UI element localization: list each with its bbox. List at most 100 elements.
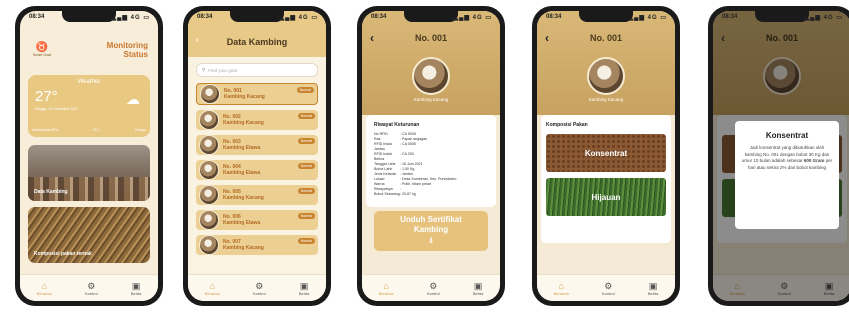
weather-stats: Kelembapan 85% 23 C Cahaya <box>32 128 146 132</box>
card-data-kambing[interactable]: Data Kambing <box>28 145 150 201</box>
feed-title: Komposisi Pakan <box>546 122 588 128</box>
goat-breed: Kambing Etawa <box>223 170 261 176</box>
nav-control[interactable]: ⚙ Kontrol <box>85 281 98 296</box>
news-icon: ▣ <box>299 280 309 291</box>
status-bar: 08:34 ▂▄▆ 4G ▭ <box>29 14 150 24</box>
nav-control[interactable]: ⚙ Kontrol <box>602 281 615 296</box>
search-input[interactable]: ⚲ Find your goat <box>196 63 318 77</box>
feed-card: Komposisi Pakan Konsentrat Hijauan <box>541 115 671 243</box>
nav-news[interactable]: ▣ Berita <box>648 281 658 296</box>
goat-detail-screen: 08:34 ▂▄▆ 4G ▭ ‹ No. 001 Kambing Kacang … <box>362 11 500 301</box>
goat-list-item[interactable]: No. 005 Kambing Kacang Normal <box>196 185 318 205</box>
signal-icon: ▂▄▆ 4G ▭ <box>279 15 318 21</box>
back-button[interactable]: ‹ <box>370 31 374 45</box>
home-icon: ⌂ <box>558 280 564 291</box>
goat-list-item[interactable]: No. 006 Kambing Etawa Normal <box>196 210 318 230</box>
feed-konsentrat-button[interactable]: Konsentrat <box>546 134 666 172</box>
back-button[interactable]: ‹ <box>721 31 725 45</box>
pedigree-rows: No RFID: CA 9008 Ras: Papan segagas RFID I… <box>374 132 488 197</box>
page-title: Monitoring Status <box>106 41 148 59</box>
goat-info: No. 001 Kambing Kacang <box>224 88 265 100</box>
feed-konsentrat-label: Konsentrat <box>584 148 628 158</box>
goat-breed: Kambing Kacang <box>223 195 264 201</box>
phone-konsentrat-modal: 08:34 ▂▄▆ 4G ▭ ‹ No. 001 Konsentrat Jadi… <box>708 6 849 306</box>
goat-list-item[interactable]: No. 001 Kambing Kacang Normal <box>196 83 318 105</box>
download-label: Unduh Sertifikat Kambing <box>400 215 462 234</box>
back-button[interactable]: ‹ <box>545 31 549 45</box>
goat-list-item[interactable]: No. 002 Kambing Kacang Normal <box>196 110 318 130</box>
goat-logo-icon: ♉ <box>35 42 49 53</box>
card-data-kambing-label: Data Kambing <box>34 189 68 195</box>
pedigree-value: : Putih, hitam pekat <box>400 182 431 186</box>
signal-icon: ▂▄▆ 4G ▭ <box>453 15 492 21</box>
nav-control[interactable]: ⚙ Kontrol <box>253 281 266 296</box>
pedigree-key: RFID Induk Betina <box>374 152 393 161</box>
status-bar: 08:34 ▂▄▆ 4G ▭ <box>546 14 667 24</box>
status-badge: Normal <box>297 163 315 169</box>
status-bar: 08:34 ▂▄▆ 4G ▭ <box>197 14 318 24</box>
goat-breed: Kambing Etawa <box>223 145 261 151</box>
modal-body: Jadi konsentrat yang dibutuhkan oleh kam… <box>741 145 833 170</box>
goat-breed: Kambing Kacang <box>223 245 264 251</box>
goat-breed: Kambing Etawa <box>223 220 261 226</box>
status-bar: 08:34 ▂▄▆ 4G ▭ <box>722 14 843 24</box>
signal-icon: ▂▄▆ 4G ▭ <box>804 15 843 21</box>
nav-home[interactable]: ⌂ Beranda <box>554 281 569 296</box>
gear-icon: ⚙ <box>87 280 96 291</box>
goat-list-item[interactable]: No. 004 Kambing Etawa Normal <box>196 160 318 180</box>
goat-breed: Kambing Kacang <box>223 120 264 126</box>
goat-thumb <box>199 210 219 230</box>
pedigree-title: Riwayat Keturunan <box>374 122 420 128</box>
pedigree-row: RFID Induk Jantan: CA 0008 <box>374 142 488 152</box>
pedigree-key: Bobot Sekarang <box>374 192 400 196</box>
page-title: Data Kambing <box>226 37 288 47</box>
goat-avatar <box>587 57 625 95</box>
signal-icon: ▂▄▆ 4G ▭ <box>628 15 667 21</box>
nav-home[interactable]: ⌂ Beranda <box>37 281 52 296</box>
nav-news[interactable]: ▣ Berita <box>473 281 483 296</box>
goat-list-item[interactable]: No. 003 Kambing Etawa Normal <box>196 135 318 155</box>
bottom-nav: ⌂ Beranda ⚙ Kontrol ▣ Berita <box>362 274 500 301</box>
goat-info: No. 007 Kambing Kacang <box>223 239 264 251</box>
pedigree-row: RFID Induk Betina : CA 200 <box>374 152 488 162</box>
card-komposisi-pakan[interactable]: Komposisi pakan ternak <box>28 207 150 263</box>
pedigree-value: : CA 200 <box>400 152 414 156</box>
feed-hijauan-label: Hijauan <box>591 192 621 202</box>
goat-list-item[interactable]: No. 007 Kambing Kacang Normal <box>196 235 318 255</box>
goat-list: No. 001 Kambing Kacang Normal No. 002 Kambin… <box>196 83 318 260</box>
goat-thumb <box>199 135 219 155</box>
nav-news[interactable]: ▣ Berita <box>131 281 141 296</box>
goat-thumb <box>199 235 219 255</box>
goat-avatar <box>412 57 450 95</box>
pedigree-row: Bobot Sekarang: 20,87 kg <box>374 192 488 197</box>
goat-breed: Kambing Kacang <box>588 97 624 102</box>
feed-hijauan-button[interactable]: Hijauan <box>546 178 666 216</box>
modal-title: Konsentrat <box>765 131 809 140</box>
pedigree-card: Riwayat Keturunan No RFID: CA 9008 Ras: P… <box>366 115 496 207</box>
konsentrat-modal-screen: 08:34 ▂▄▆ 4G ▭ ‹ No. 001 Konsentrat Jadi… <box>713 11 849 301</box>
status-badge: Normal <box>297 138 315 144</box>
news-icon: ▣ <box>131 280 141 291</box>
gear-icon: ⚙ <box>604 280 613 291</box>
page-title: No. 001 <box>589 33 622 43</box>
bottom-nav: ⌂ Beranda ⚙ Kontrol ▣ Berita <box>188 274 326 301</box>
status-badge: Normal <box>296 87 314 93</box>
download-certificate-button[interactable]: Unduh Sertifikat Kambing ⇩ <box>374 211 488 251</box>
nav-news[interactable]: ▣ Berita <box>299 281 309 296</box>
goat-breed: Kambing Kacang <box>224 94 265 100</box>
goat-thumb <box>199 185 219 205</box>
nav-home[interactable]: ⌂ Beranda <box>205 281 220 296</box>
gear-icon: ⚙ <box>255 280 264 291</box>
nav-control[interactable]: ⚙ Kontrol <box>427 281 440 296</box>
card-komposisi-pakan-label: Komposisi pakan ternak <box>34 251 92 257</box>
humidity-stat: Kelembapan 85% <box>32 128 59 132</box>
signal-icon: ▂▄▆ 4G ▭ <box>111 15 150 21</box>
back-button[interactable]: ‹ <box>196 35 199 44</box>
weather-label: Weather <box>77 79 101 85</box>
goat-list-screen: 08:34 ▂▄▆ 4G ▭ ‹ Data Kambing ⚲ Find you… <box>188 11 326 301</box>
bottom-nav: ⌂ Beranda ⚙ Kontrol ▣ Berita <box>20 274 158 301</box>
status-bar: 08:34 ▂▄▆ 4G ▭ <box>371 14 492 24</box>
nav-home[interactable]: ⌂ Beranda <box>379 281 394 296</box>
pedigree-key: RFID Induk Jantan <box>374 142 393 151</box>
temp-stat: 23 C <box>92 128 100 132</box>
